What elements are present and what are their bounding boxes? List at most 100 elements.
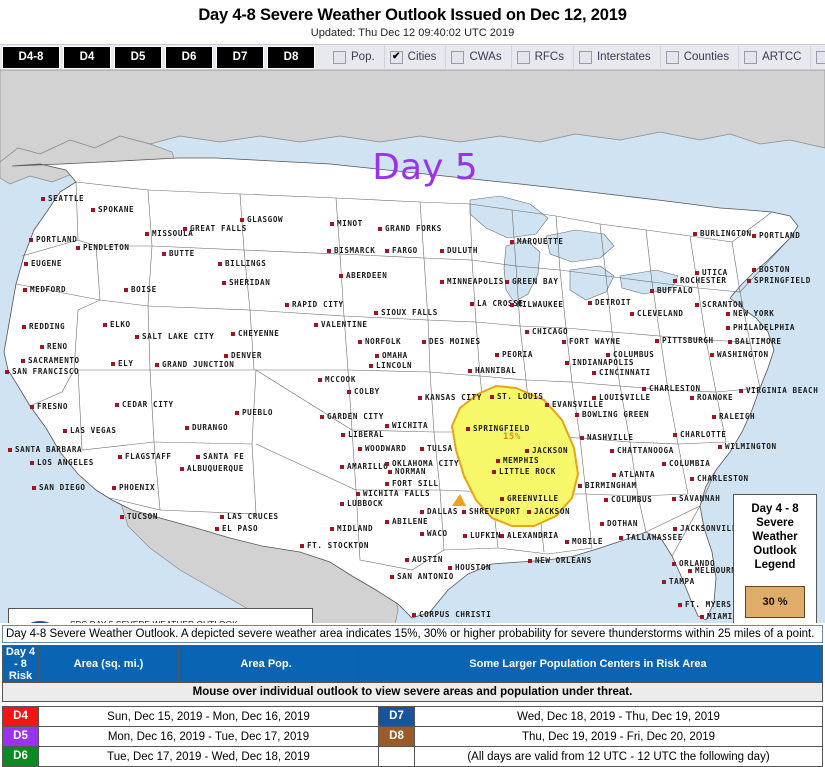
risk-area-label: 15%	[503, 432, 521, 442]
city-dot-icon	[231, 332, 235, 336]
city-name: REDDING	[29, 322, 66, 331]
city-dot-icon	[688, 569, 692, 573]
outlook-table: Day 4 - 8 Risk Area (sq. mi.) Area Pop. …	[2, 645, 823, 702]
city-dot-icon	[448, 566, 452, 570]
city-name: NEW ORLEANS	[535, 556, 592, 565]
city-name: CHICAGO	[532, 327, 569, 336]
city-marker: FLAGSTAFF	[118, 453, 172, 461]
layer-toggle-fema-regions[interactable]: FEMA Regions	[810, 46, 825, 68]
city-marker: CORPUS CHRISTI	[412, 611, 491, 619]
city-dot-icon	[690, 477, 694, 481]
city-dot-icon	[650, 289, 654, 293]
city-name: BOWLING GREEN	[582, 410, 650, 419]
layer-toggle-pop[interactable]: Pop.	[328, 46, 380, 68]
mouseover-note: Mouse over individual outlook to view se…	[2, 682, 823, 702]
table-row[interactable]: D4 Sun, Dec 15, 2019 - Mon, Dec 16, 2019 D…	[2, 706, 823, 727]
map-canvas[interactable]: Day 5 15% SEATTLE SPOKANE PORTLAND PENDLETO…	[0, 70, 825, 623]
city-dot-icon	[330, 527, 334, 531]
city-name: PORTLAND	[36, 235, 78, 244]
layer-toggle-cwas[interactable]: CWAs	[445, 46, 506, 68]
day-tab-d8[interactable]: D8	[267, 45, 315, 69]
city-name: SANTA FE	[203, 452, 245, 461]
city-dot-icon	[604, 498, 608, 502]
risk-badge-d7[interactable]: D7	[378, 706, 415, 727]
outlook-description: Day 4-8 Severe Weather Outlook. A depict…	[2, 625, 823, 643]
city-marker: SAN ANTONIO	[390, 573, 454, 581]
city-dot-icon	[111, 362, 115, 366]
checkbox-icon[interactable]	[744, 50, 758, 64]
checkbox-icon[interactable]	[665, 50, 679, 64]
layer-toggle-rfcs[interactable]: RFCs	[510, 46, 569, 68]
city-dot-icon	[496, 459, 500, 463]
city-name: RENO	[47, 342, 68, 351]
city-dot-icon	[592, 371, 596, 375]
risk-badge-d8[interactable]: D8	[378, 726, 415, 747]
city-dot-icon	[490, 395, 494, 399]
city-marker: CINCINNATI	[592, 369, 651, 377]
layer-toggle-counties[interactable]: Counties	[659, 46, 734, 68]
day-tab-d6[interactable]: D6	[165, 45, 213, 69]
city-marker: MINNEAPOLIS	[440, 278, 504, 286]
checkbox-icon[interactable]	[333, 50, 346, 64]
day-tab-d7[interactable]: D7	[216, 45, 264, 69]
city-name: AUSTIN	[412, 555, 444, 564]
layer-toggle-artcc[interactable]: ARTCC	[738, 46, 806, 68]
city-marker: SAN DIEGO	[32, 484, 86, 492]
city-marker: WACO	[420, 530, 448, 538]
layer-toggle-cities[interactable]: Cities	[383, 46, 442, 68]
risk-badge-d5[interactable]: D5	[2, 726, 39, 747]
city-dot-icon	[385, 520, 389, 524]
city-dot-icon	[356, 492, 360, 496]
city-name: DETROIT	[595, 298, 632, 307]
city-marker: SEATTLE	[41, 195, 84, 203]
city-dot-icon	[330, 222, 334, 226]
city-marker: BOWLING GREEN	[575, 411, 649, 419]
city-name: DURANGO	[192, 423, 229, 432]
day-tab-d5[interactable]: D5	[114, 45, 162, 69]
city-name: DULUTH	[447, 246, 479, 255]
city-marker: LAS VEGAS	[63, 427, 117, 435]
checkbox-icon[interactable]	[816, 50, 825, 64]
city-name: BILLINGS	[225, 259, 267, 268]
city-dot-icon	[340, 502, 344, 506]
layer-toggle-interstates[interactable]: Interstates	[572, 46, 656, 68]
city-dot-icon	[739, 389, 743, 393]
controls-bar: D4-8D4D5D6D7D8 Pop. Cities CWAs RFCs Interst…	[0, 44, 825, 70]
city-marker: DOTHAN	[600, 520, 638, 528]
map-legend: Day 4 - 8 Severe Weather Outlook Legend …	[733, 494, 817, 623]
risk-badge-d4[interactable]: D4	[2, 706, 39, 727]
city-name: GREAT FALLS	[190, 224, 247, 233]
city-marker: COLBY	[347, 388, 380, 396]
city-marker: CHATTANOOGA	[610, 447, 674, 455]
city-name: MARQUETTE	[517, 237, 564, 246]
city-name: FRESNO	[37, 402, 69, 411]
checkbox-icon[interactable]	[389, 50, 403, 64]
city-dot-icon	[22, 325, 26, 329]
city-marker: COLUMBUS	[604, 496, 652, 504]
city-dot-icon	[41, 197, 45, 201]
city-dot-icon	[662, 580, 666, 584]
city-dot-icon	[155, 363, 159, 367]
city-name: CHARLESTON	[649, 384, 701, 393]
city-marker: TULSA	[420, 445, 453, 453]
checkbox-icon[interactable]	[516, 50, 530, 64]
city-name: BISMARCK	[334, 246, 376, 255]
city-dot-icon	[466, 427, 470, 431]
city-name: ALBUQUERQUE	[187, 464, 244, 473]
city-marker: SANTA BARBARA	[8, 446, 82, 454]
day-tab-group: D4-8 D4 D5 D6 D7 D8	[0, 45, 318, 69]
checkbox-icon[interactable]	[451, 50, 465, 64]
city-marker: LOUISVILLE	[592, 394, 651, 402]
city-dot-icon	[726, 326, 730, 330]
city-dot-icon	[369, 364, 373, 368]
city-dot-icon	[672, 562, 676, 566]
city-marker: MEMPHIS	[496, 457, 539, 465]
city-dot-icon	[374, 311, 378, 315]
city-dot-icon	[655, 339, 659, 343]
checkbox-icon[interactable]	[578, 50, 592, 64]
day-tab-d4-8[interactable]: D4-8	[2, 45, 60, 69]
city-name: EL PASO	[222, 524, 259, 533]
table-row[interactable]: D5 Mon, Dec 16, 2019 - Tue, Dec 17, 2019 D…	[2, 726, 823, 747]
day-tab-d4[interactable]: D4	[63, 45, 111, 69]
city-dot-icon	[718, 445, 722, 449]
